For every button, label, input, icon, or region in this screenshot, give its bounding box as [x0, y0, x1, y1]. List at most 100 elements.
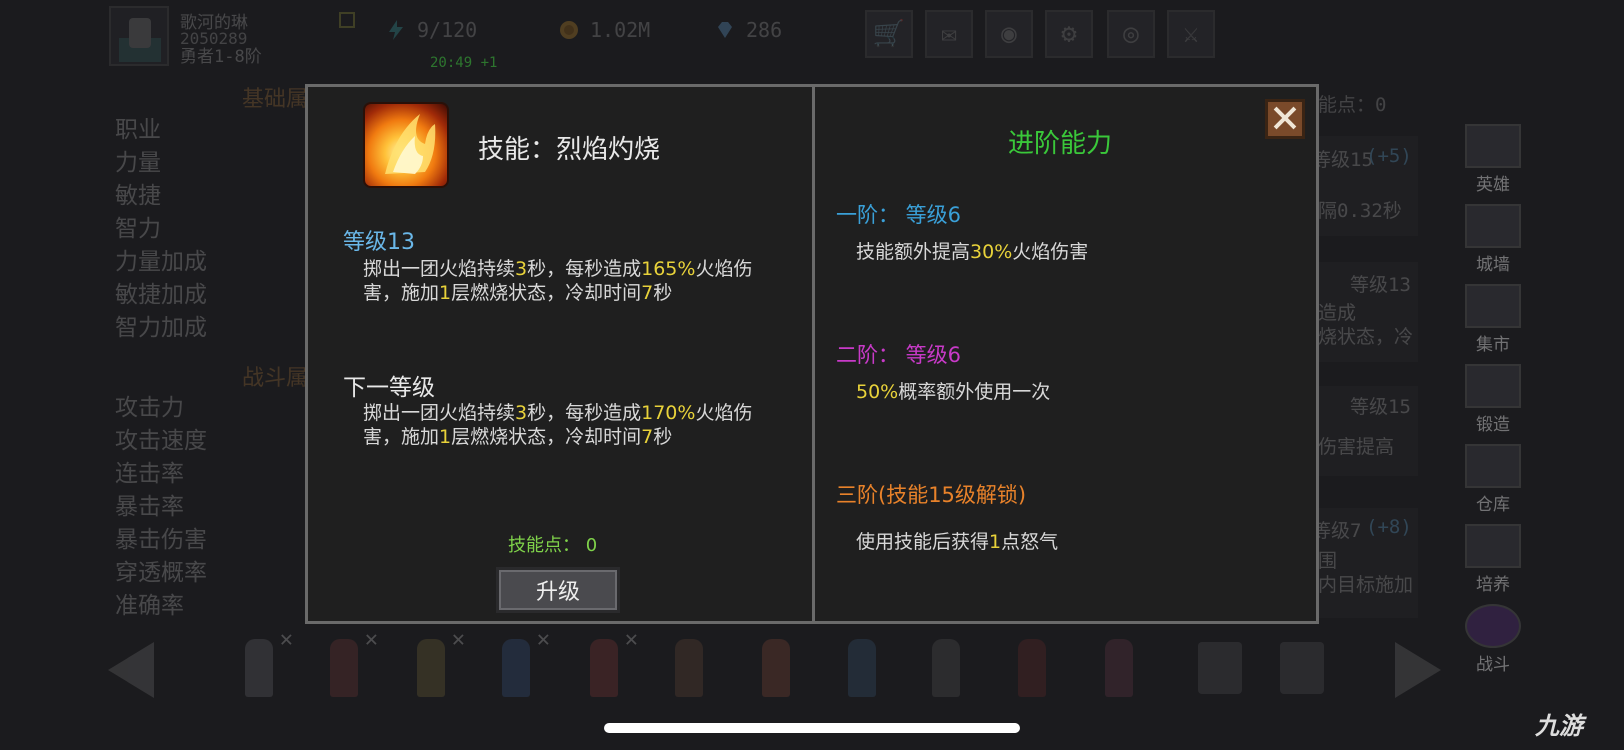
nav-battle[interactable]: 战斗 [1462, 604, 1524, 676]
coin-icon [560, 21, 578, 39]
close-icon: ✕ [624, 627, 638, 652]
card-level: 等级15 [1312, 149, 1373, 171]
stat-label: 穿透概率 [115, 560, 207, 586]
gamepad-icon[interactable]: ◉ [985, 10, 1033, 58]
tier-2-description: 50%概率额外使用一次 [856, 381, 1051, 403]
stat-label: 敏捷加成 [115, 282, 207, 308]
hero-slot[interactable] [912, 633, 982, 705]
nav-label: 城墙 [1476, 255, 1510, 275]
edit-icon[interactable] [339, 12, 355, 28]
stat-label: 力量加成 [115, 249, 207, 275]
close-icon: ✕ [451, 627, 465, 652]
hero-slot[interactable]: ✕ [225, 627, 295, 705]
player-rank: 勇者1-8阶 [180, 47, 262, 67]
current-level: 等级13 [343, 230, 415, 255]
stat-label: 智力 [115, 216, 161, 242]
skill-detail-modal: 技能：烈焰灼烧 等级13 掷出一团火焰持续3秒，每秒造成165%火焰伤害，施加1… [305, 84, 1319, 624]
tier-2-label: 二阶： 等级6 [836, 343, 962, 367]
stat-label: 职业 [115, 117, 161, 143]
player-avatar[interactable] [109, 6, 169, 66]
stat-label: 智力加成 [115, 315, 207, 341]
card-desc: 伤害提高 [1318, 436, 1395, 458]
shop-cart-icon[interactable]: 🛒 [865, 10, 913, 58]
stat-label: 连击率 [115, 461, 184, 487]
card-desc: 造成 [1318, 302, 1357, 324]
nav-wall[interactable]: 城墙 [1462, 204, 1524, 276]
basic-stats-list: 职业 力量 敏捷 智力 力量加成 敏捷加成 智力加成 [115, 114, 207, 345]
gem-icon [718, 22, 732, 38]
settings-gear-icon[interactable]: ⚙ [1045, 10, 1093, 58]
hero-slot[interactable] [828, 633, 898, 705]
warehouse-icon [1465, 444, 1521, 488]
stat-label: 敏捷 [115, 183, 161, 209]
stat-label: 攻击力 [115, 395, 184, 421]
prev-arrow-icon[interactable] [108, 642, 154, 698]
hero-slot[interactable]: ✕ [482, 627, 552, 705]
nav-train[interactable]: 培养 [1462, 524, 1524, 596]
hero-slot[interactable] [1085, 633, 1155, 705]
hero-icon [1465, 124, 1521, 168]
card-desc: 围 [1318, 550, 1338, 572]
tier-1-description: 技能额外提高30%火焰伤害 [856, 241, 1089, 263]
card-desc: 内目标施加 [1318, 574, 1414, 596]
nav-warehouse[interactable]: 仓库 [1462, 444, 1524, 516]
home-indicator[interactable] [604, 723, 1020, 733]
card-level: 等级7 [1312, 520, 1362, 542]
nav-hero[interactable]: 英雄 [1462, 124, 1524, 196]
lock-icon[interactable] [1280, 642, 1324, 694]
energy-stat: 9/120 [385, 18, 477, 42]
color-wheel-icon[interactable]: ◎ [1107, 10, 1155, 58]
fire-skill-icon [363, 102, 449, 188]
advanced-ability-title: 进阶能力 [1008, 129, 1113, 159]
gold-stat: 1.02M [558, 18, 650, 42]
close-icon: ✕ [279, 627, 293, 652]
next-level-description: 掷出一团火焰持续3秒，每秒造成170%火焰伤害，施加1层燃烧状态，冷却时间7秒 [363, 402, 753, 448]
nav-label: 仓库 [1476, 495, 1510, 515]
skill-points-background: 能点：0 [1318, 94, 1387, 116]
energy-timer: 20:49 +1 [430, 55, 498, 71]
next-arrow-icon[interactable] [1395, 642, 1441, 698]
card-level: 等级15 [1350, 396, 1411, 418]
hero-slot[interactable]: ✕ [310, 627, 380, 705]
hero-slot[interactable] [742, 633, 812, 705]
hero-slot[interactable]: ✕ [570, 627, 640, 705]
hero-slot[interactable] [998, 633, 1068, 705]
upgrade-button[interactable]: 升级 [496, 567, 620, 613]
current-level-description: 掷出一团火焰持续3秒，每秒造成165%火焰伤害，施加1层燃烧状态，冷却时间7秒 [363, 258, 753, 304]
gold-value: 1.02M [590, 18, 651, 42]
nav-label: 锻造 [1476, 415, 1510, 435]
panel-divider [812, 87, 815, 621]
energy-value: 9/120 [417, 18, 478, 42]
combat-attributes-title: 战斗属 [242, 366, 309, 391]
sword-icon[interactable]: ⚔ [1167, 10, 1215, 58]
train-icon [1465, 524, 1521, 568]
stat-label: 暴击伤害 [115, 527, 207, 553]
nav-forge[interactable]: 锻造 [1462, 364, 1524, 436]
hero-slot[interactable]: ✕ [397, 627, 467, 705]
next-level-label: 下一等级 [343, 375, 435, 401]
card-bonus: (+8) [1366, 516, 1412, 538]
stat-label: 准确率 [115, 593, 184, 619]
portal-icon [1465, 604, 1521, 648]
nav-market[interactable]: 集市 [1462, 284, 1524, 356]
stat-label: 力量 [115, 150, 161, 176]
nav-label: 战斗 [1476, 655, 1510, 675]
combat-stats-list: 攻击力 攻击速度 连击率 暴击率 暴击伤害 穿透概率 准确率 [115, 392, 207, 623]
hero-slot[interactable] [655, 633, 725, 705]
watermark-logo: 九游 [1535, 712, 1583, 740]
basic-attributes-title: 基础属 [242, 87, 309, 112]
skill-title: 技能：烈焰灼烧 [478, 135, 661, 165]
card-level: 等级13 [1350, 274, 1411, 296]
stat-label: 暴击率 [115, 494, 184, 520]
close-button[interactable] [1265, 99, 1305, 139]
mail-icon[interactable]: ✉ [925, 10, 973, 58]
gem-stat: 286 [714, 18, 782, 42]
wall-icon [1465, 204, 1521, 248]
nav-label: 英雄 [1476, 175, 1510, 195]
close-icon: ✕ [536, 627, 550, 652]
stat-label: 攻击速度 [115, 428, 207, 454]
lock-icon[interactable] [1198, 642, 1242, 694]
skill-points: 技能点： 0 [508, 535, 598, 556]
nav-label: 培养 [1476, 575, 1510, 595]
tier-3-label: 三阶(技能15级解锁) [836, 483, 1027, 507]
